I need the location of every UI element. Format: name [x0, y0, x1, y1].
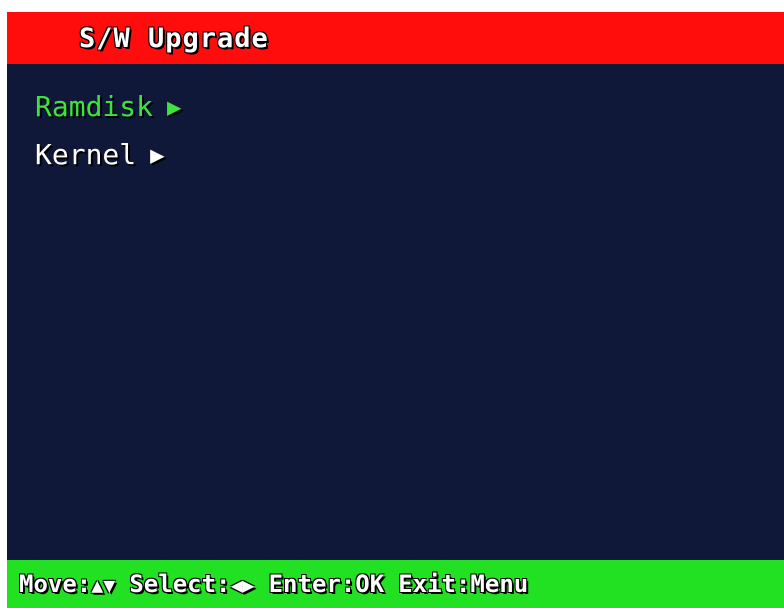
- menu-item-kernel[interactable]: Kernel ▶: [35, 138, 165, 171]
- move-hint-label: Move:: [19, 570, 92, 598]
- page-title: S/W Upgrade: [79, 22, 269, 54]
- enter-hint: Enter:OK: [268, 570, 385, 598]
- up-down-arrows-icon: ▲▼: [91, 573, 116, 597]
- menu-item-label: Ramdisk: [35, 90, 154, 123]
- osd-screen: S/W Upgrade Ramdisk ▶ Kernel ▶ Move:▲▼ S…: [0, 0, 784, 608]
- play-arrow-icon: ▶: [167, 92, 182, 121]
- title-bar: S/W Upgrade: [7, 12, 784, 64]
- key-hint-bar: Move:▲▼ Select:◀▶ Enter:OK Exit:Menu: [7, 560, 784, 608]
- exit-hint: Exit:Menu: [398, 570, 529, 598]
- menu-item-label: Kernel: [35, 138, 137, 171]
- play-arrow-icon: ▶: [150, 140, 165, 169]
- menu-panel: Ramdisk ▶ Kernel ▶: [7, 64, 784, 560]
- select-hint: Select:◀▶: [129, 570, 254, 598]
- move-hint: Move:▲▼: [19, 570, 115, 598]
- left-right-arrows-icon: ◀▶: [230, 573, 255, 597]
- menu-item-ramdisk[interactable]: Ramdisk ▶: [35, 90, 181, 123]
- select-hint-label: Select:: [129, 570, 231, 598]
